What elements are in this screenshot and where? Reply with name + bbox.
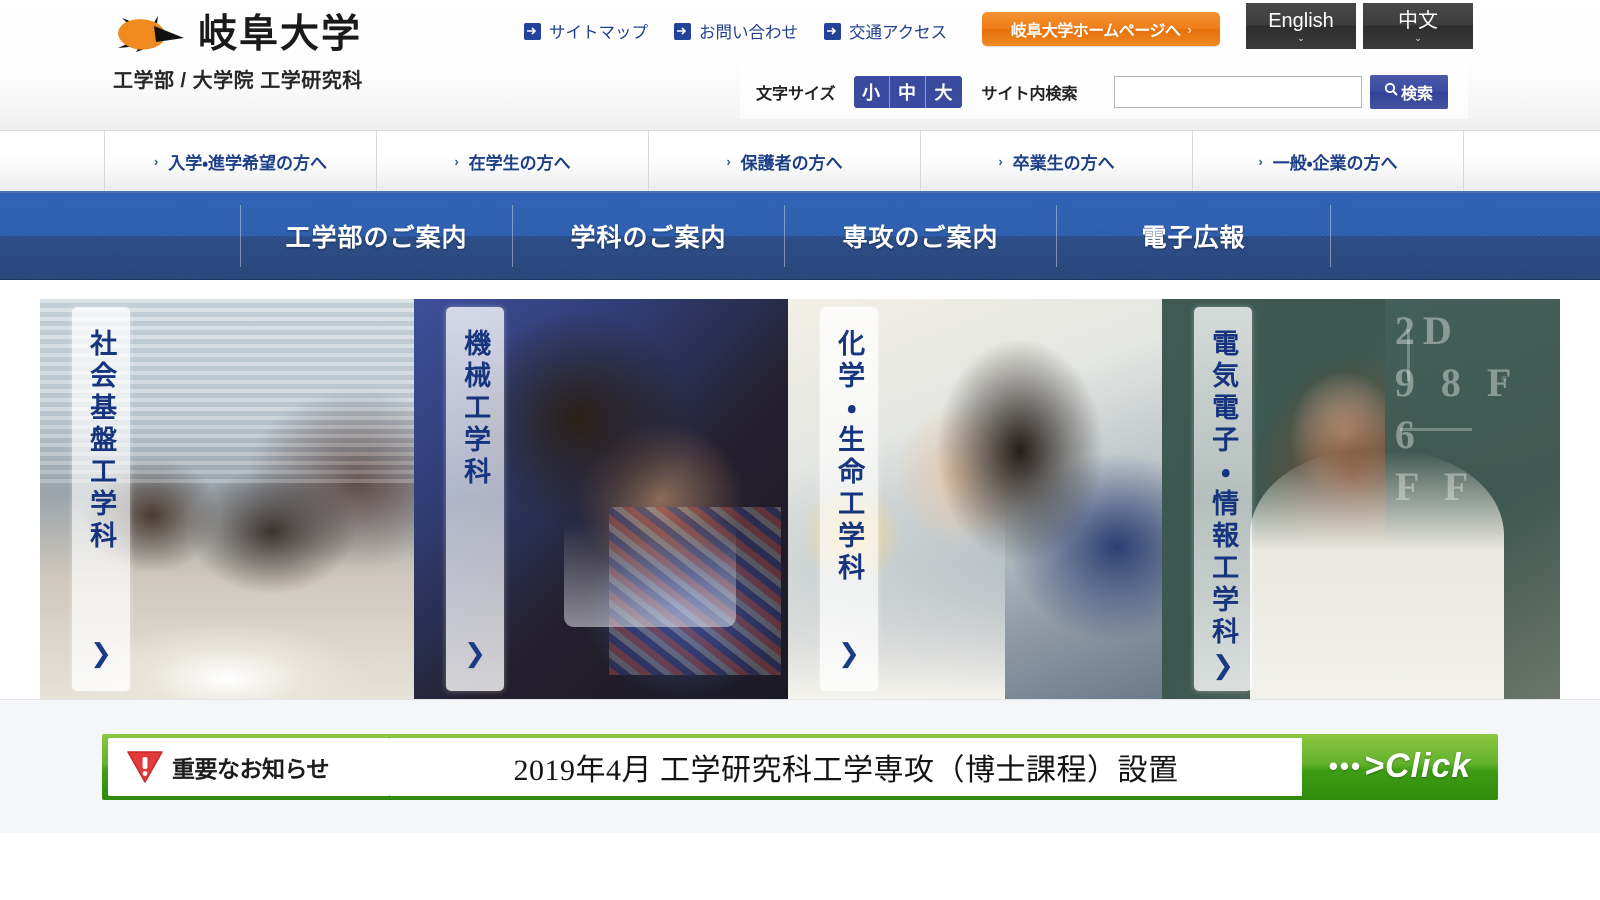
- util-link-label: 交通アクセス: [849, 24, 948, 42]
- notice-tag-label: 重要なお知らせ: [172, 755, 330, 782]
- hero-department-panels: 社会基盤工学科 ❯ 機械工学科 ❯ 化学・生命工学科 ❯ 2D9 8 F6F F…: [40, 299, 1560, 699]
- hero-panel-label-plate: 化学・生命工学科 ❯: [820, 307, 878, 691]
- hero-panel-mechanical-engineering[interactable]: 機械工学科 ❯: [414, 299, 788, 699]
- hero-panel-label: 社会基盤工学科: [86, 329, 117, 553]
- audience-nav-label: 卒業生の方へ: [1012, 153, 1115, 173]
- hero-panel-electrical-information-engineering[interactable]: 2D9 8 F6F F 電気電子・情報工学科 ❯: [1162, 299, 1560, 699]
- util-link-label: サイトマップ: [549, 24, 648, 42]
- warning-triangle-icon: [126, 750, 164, 784]
- gu-home-label: 岐阜大学ホームページへ: [1010, 23, 1181, 40]
- audience-nav-label: 入学・進学希望の方へ: [168, 153, 328, 173]
- notice-tag: 重要なお知らせ: [108, 737, 390, 796]
- utility-links: サイトマップ お問い合わせ 交通アクセス: [524, 19, 947, 43]
- gifu-university-swoosh-logo-icon: [110, 12, 190, 58]
- chevron-down-icon: ⌄: [1414, 32, 1422, 43]
- site-logo[interactable]: 岐阜大学 工学部 / 大学院 工学研究科: [110, 12, 363, 93]
- audience-nav-label: 一般・企業の方へ: [1272, 153, 1398, 173]
- hero-panel-chemistry-life-engineering[interactable]: 化学・生命工学科 ❯: [788, 299, 1162, 699]
- chevron-right-icon: ❯: [1212, 650, 1234, 680]
- audience-nav-item-prospective[interactable]: › 入学・進学希望の方へ: [104, 131, 376, 191]
- site-search-label: サイト内検索: [981, 85, 1078, 103]
- hero-panel-label: 電気電子・情報工学科: [1208, 329, 1239, 649]
- logo-title: 岐阜大学: [198, 13, 363, 56]
- util-link-contact[interactable]: お問い合わせ: [674, 19, 798, 43]
- header-tools: 文字サイズ 小 中 大 サイト内検索 検索: [740, 64, 1468, 119]
- search-button-label: 検索: [1401, 85, 1434, 103]
- notice-click-cta[interactable]: ••• >Click: [1302, 734, 1498, 800]
- chevron-right-icon: ›: [454, 153, 459, 169]
- chevron-right-icon: ›: [998, 153, 1003, 169]
- important-notice-banner[interactable]: 重要なお知らせ 2019年4月 工学研究科工学専攻（博士課程）設置 ••• >C…: [102, 733, 1498, 800]
- main-nav-end-divider: [1330, 205, 1331, 267]
- language-label: English: [1268, 9, 1334, 32]
- chevron-right-icon: ❯: [464, 638, 486, 668]
- logo-row: 岐阜大学: [110, 12, 363, 58]
- util-link-label: お問い合わせ: [699, 24, 798, 42]
- hero-panel-label-plate: 機械工学科 ❯: [446, 307, 504, 691]
- gifu-university-homepage-button[interactable]: 岐阜大学ホームページへ ›: [982, 12, 1220, 46]
- arrow-right-icon: [524, 22, 541, 40]
- util-link-sitemap[interactable]: サイトマップ: [524, 19, 648, 43]
- arrow-right-icon: [824, 22, 841, 40]
- nav-left-spacer: [0, 131, 104, 191]
- audience-nav-item-current-students[interactable]: › 在学生の方へ: [376, 131, 648, 191]
- main-nav-item-e-bulletin[interactable]: 電子広報: [1056, 205, 1330, 267]
- main-nav: 工学部のご案内 学科のご案内 専攻のご案内 電子広報: [0, 193, 1600, 280]
- language-button-english[interactable]: English ⌄: [1246, 3, 1356, 49]
- cta-dots: •••: [1328, 751, 1363, 781]
- main-nav-item-faculty-guide[interactable]: 工学部のご案内: [240, 205, 512, 267]
- cta-label: >Click: [1364, 747, 1472, 785]
- audience-nav: › 入学・進学希望の方へ › 在学生の方へ › 保護者の方へ › 卒業生の方へ …: [0, 131, 1600, 193]
- audience-nav-label: 在学生の方へ: [468, 153, 571, 173]
- notice-banner-area: 重要なお知らせ 2019年4月 工学研究科工学専攻（博士課程）設置 ••• >C…: [0, 699, 1600, 833]
- hero-panel-label-plate: 電気電子・情報工学科 ❯: [1194, 307, 1252, 691]
- main-nav-item-department-guide[interactable]: 学科のご案内: [512, 205, 784, 267]
- font-size-switcher: 小 中 大: [853, 75, 962, 108]
- font-size-medium-button[interactable]: 中: [889, 75, 926, 108]
- font-size-label: 文字サイズ: [756, 85, 836, 103]
- audience-nav-item-alumni[interactable]: › 卒業生の方へ: [920, 131, 1192, 191]
- chevron-right-icon: ›: [1258, 153, 1263, 169]
- hero-panel-label: 機械工学科: [460, 329, 491, 489]
- chevron-down-icon: ⌄: [1297, 32, 1305, 43]
- chevron-right-icon: ❯: [838, 638, 860, 668]
- chevron-right-icon: ›: [153, 153, 159, 169]
- site-header: 岐阜大学 工学部 / 大学院 工学研究科 サイトマップ お問い合わせ 交通アクセ…: [0, 0, 1600, 131]
- arrow-right-icon: [674, 22, 691, 40]
- chevron-right-icon: ❯: [90, 638, 112, 668]
- search-icon: [1384, 82, 1398, 101]
- util-link-access[interactable]: 交通アクセス: [824, 19, 947, 43]
- notice-message: 2019年4月 工学研究科工学専攻（博士課程）設置: [390, 737, 1302, 796]
- main-nav-item-major-guide[interactable]: 専攻のご案内: [784, 205, 1056, 267]
- font-size-large-button[interactable]: 大: [925, 75, 962, 108]
- chevron-right-icon: ›: [1187, 21, 1192, 37]
- audience-nav-label: 保護者の方へ: [740, 153, 843, 173]
- hero-panel-civil-engineering[interactable]: 社会基盤工学科 ❯: [40, 299, 414, 699]
- audience-nav-item-guardians[interactable]: › 保護者の方へ: [648, 131, 920, 191]
- language-label: 中文: [1398, 9, 1438, 32]
- hero-panel-label: 化学・生命工学科: [834, 329, 865, 585]
- search-button[interactable]: 検索: [1369, 74, 1448, 109]
- chevron-right-icon: ›: [726, 153, 731, 169]
- language-button-chinese[interactable]: 中文 ⌄: [1363, 3, 1473, 49]
- search-input[interactable]: [1113, 75, 1362, 108]
- logo-subtitle: 工学部 / 大学院 工学研究科: [113, 70, 363, 92]
- audience-nav-item-public-business[interactable]: › 一般・企業の方へ: [1192, 131, 1464, 191]
- font-size-small-button[interactable]: 小: [853, 75, 890, 108]
- student-figure: [1249, 451, 1505, 699]
- hero-panel-label-plate: 社会基盤工学科 ❯: [72, 307, 130, 691]
